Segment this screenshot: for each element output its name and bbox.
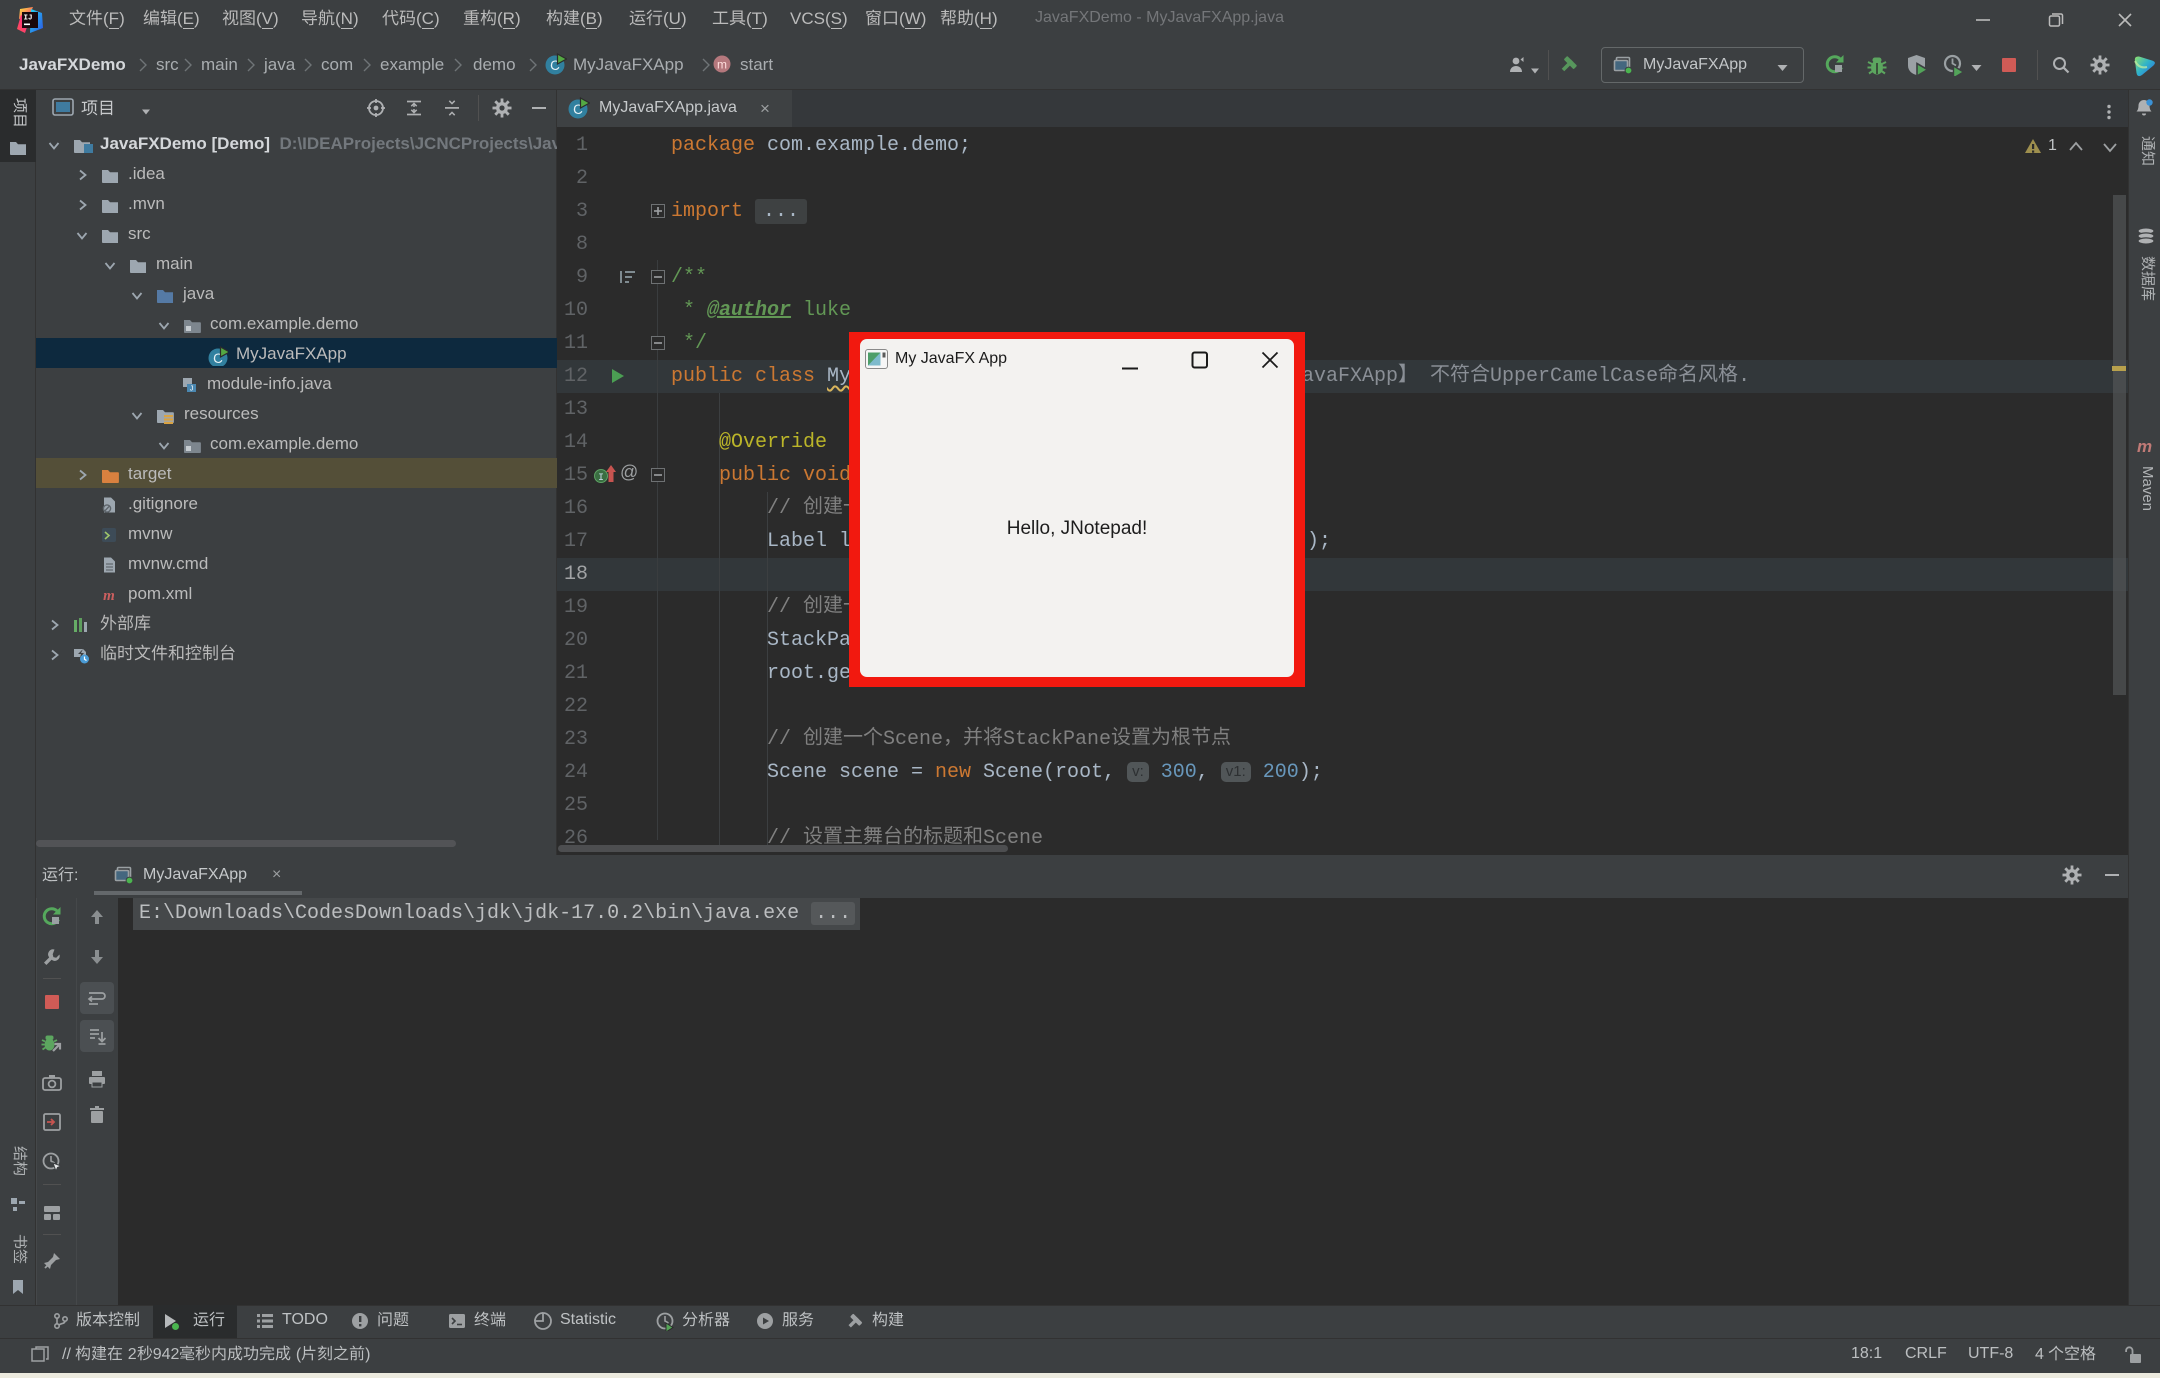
svg-text:IJ: IJ	[24, 15, 33, 23]
svg-text:J: J	[190, 386, 194, 393]
svg-text:m: m	[717, 58, 727, 72]
svg-text:m: m	[103, 588, 115, 604]
